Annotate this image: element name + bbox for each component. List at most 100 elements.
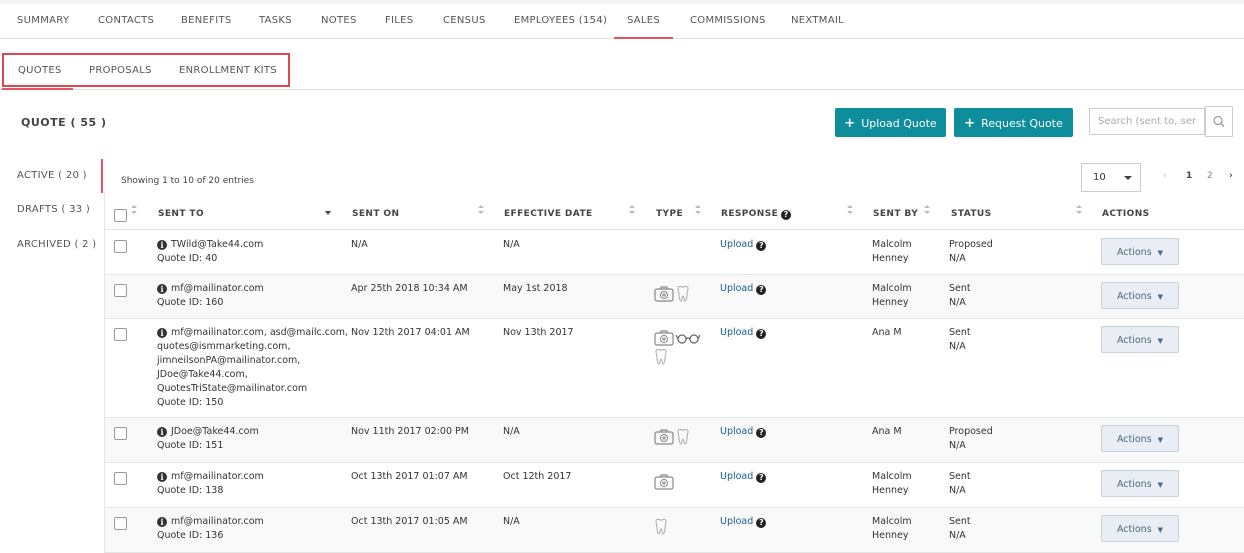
row-checkbox[interactable] xyxy=(114,427,127,440)
col-sent-to[interactable]: SENT TO xyxy=(158,209,204,219)
col-status[interactable]: STATUS xyxy=(951,209,992,219)
actions-button[interactable]: Actions ▼ xyxy=(1101,238,1179,265)
sidebar-item-active[interactable]: ACTIVE ( 20 ) xyxy=(17,170,87,181)
quote-id: Quote ID: 160 xyxy=(157,297,224,308)
page-2-link[interactable]: 2 xyxy=(1207,171,1213,181)
sort-icon[interactable] xyxy=(695,205,701,215)
help-icon[interactable]: ? xyxy=(756,285,767,295)
quote-id: Quote ID: 138 xyxy=(157,485,224,496)
info-icon[interactable]: i xyxy=(157,284,167,294)
search-button[interactable] xyxy=(1205,106,1233,137)
actions-button[interactable]: Actions ▼ xyxy=(1101,470,1179,497)
subtab-enrollment-kits[interactable]: ENROLLMENT KITS xyxy=(179,65,277,76)
row-checkbox[interactable] xyxy=(114,472,127,485)
col-sent-on[interactable]: SENT ON xyxy=(352,209,399,219)
status-text: Proposed xyxy=(949,426,993,437)
help-icon[interactable]: ? xyxy=(756,241,767,251)
sort-icon[interactable] xyxy=(629,205,635,215)
table-row: i mf@mailinator.com Quote ID: 138 Oct 13t… xyxy=(105,463,1244,508)
caret-down-icon: ▼ xyxy=(1157,293,1164,301)
sent-by-cell: Ana M xyxy=(872,425,902,439)
upload-link[interactable]: Upload xyxy=(720,327,753,338)
tab-census[interactable]: CENSUS xyxy=(443,4,486,39)
col-effective-date[interactable]: EFFECTIVE DATE xyxy=(504,209,593,219)
sent-on-cell: Nov 11th 2017 02:00 PM xyxy=(351,426,469,437)
sort-icon[interactable] xyxy=(847,205,853,215)
info-icon[interactable]: i xyxy=(157,427,167,437)
sent-on-cell: Nov 12th 2017 04:01 AM xyxy=(351,327,470,338)
tab-summary[interactable]: SUMMARY xyxy=(17,4,69,39)
select-all-checkbox[interactable] xyxy=(114,209,127,222)
sent-to-line: mf@mailinator.com xyxy=(171,471,264,482)
actions-button[interactable]: Actions ▼ xyxy=(1101,282,1179,309)
upload-link[interactable]: Upload xyxy=(720,471,753,482)
tab-tasks[interactable]: TASKS xyxy=(259,4,292,39)
tab-benefits[interactable]: BENEFITS xyxy=(181,4,232,39)
next-page-icon[interactable]: › xyxy=(1229,171,1233,181)
help-icon[interactable]: ? xyxy=(756,329,767,339)
page-1-link[interactable]: 1 xyxy=(1186,171,1192,181)
sidebar-item-archived[interactable]: ARCHIVED ( 2 ) xyxy=(17,239,97,250)
help-icon[interactable]: ? xyxy=(756,428,767,438)
sort-icon[interactable] xyxy=(924,205,930,215)
sort-icon[interactable] xyxy=(1076,205,1082,215)
tab-commissions[interactable]: COMMISSIONS xyxy=(690,4,766,39)
info-icon[interactable]: i xyxy=(157,517,167,527)
search-input[interactable]: Search (sent to, ser xyxy=(1089,108,1205,135)
actions-button[interactable]: Actions ▼ xyxy=(1101,326,1179,353)
response-cell: Upload? xyxy=(720,238,767,252)
sent-by-line: Malcolm xyxy=(872,239,912,250)
row-checkbox[interactable] xyxy=(114,517,127,530)
actions-label: Actions xyxy=(1116,291,1152,302)
status-text: Sent xyxy=(949,283,971,294)
actions-button[interactable]: Actions ▼ xyxy=(1101,515,1179,542)
response-cell: Upload? xyxy=(720,326,767,340)
sort-icon[interactable] xyxy=(131,205,137,215)
sent-to-line: mf@mailinator.com xyxy=(171,283,264,294)
help-icon[interactable]: ? xyxy=(756,518,767,528)
sent-by-line: Henney xyxy=(872,485,909,496)
sent-to-line: JDoe@Take44.com xyxy=(171,426,259,437)
dental-icon xyxy=(677,428,689,445)
col-response[interactable]: RESPONSE? xyxy=(721,209,792,220)
request-quote-button[interactable]: + Request Quote xyxy=(954,108,1073,137)
row-checkbox[interactable] xyxy=(114,284,127,297)
tab-contacts[interactable]: CONTACTS xyxy=(98,4,154,39)
type-cell xyxy=(653,329,701,367)
upload-link[interactable]: Upload xyxy=(720,516,753,527)
sent-to-line: quotes@ismmarketing.com, xyxy=(157,341,291,352)
col-type[interactable]: TYPE xyxy=(656,209,683,219)
col-sent-by[interactable]: SENT BY xyxy=(873,209,918,219)
info-icon[interactable]: i xyxy=(157,328,167,338)
sort-desc-icon[interactable] xyxy=(325,211,331,215)
sort-icon[interactable] xyxy=(478,205,484,215)
upload-link[interactable]: Upload xyxy=(720,239,753,250)
upload-link[interactable]: Upload xyxy=(720,283,753,294)
upload-link[interactable]: Upload xyxy=(720,426,753,437)
sent-to-line: mf@mailinator.com, asd@mailc.com, xyxy=(171,327,349,338)
tab-nextmail[interactable]: NEXTMAIL xyxy=(791,4,844,39)
prev-page-icon[interactable]: ‹ xyxy=(1163,171,1167,181)
tab-sales[interactable]: SALES xyxy=(614,4,673,39)
help-icon[interactable]: ? xyxy=(756,473,767,483)
page-size-select[interactable]: 10 xyxy=(1081,163,1141,192)
row-checkbox[interactable] xyxy=(114,328,127,341)
medical-icon xyxy=(654,286,674,302)
sent-by-cell: Malcolm Henney xyxy=(872,515,912,543)
actions-button[interactable]: Actions ▼ xyxy=(1101,425,1179,452)
subtab-quotes[interactable]: QUOTES xyxy=(18,65,62,76)
info-icon[interactable]: i xyxy=(157,472,167,482)
upload-quote-button[interactable]: + Upload Quote xyxy=(835,108,946,137)
sent-by-line: Henney xyxy=(872,297,909,308)
tab-files[interactable]: FILES xyxy=(385,4,413,39)
entries-info: Showing 1 to 10 of 20 entries xyxy=(121,176,254,186)
row-checkbox[interactable] xyxy=(114,240,127,253)
col-response-label: RESPONSE xyxy=(721,209,779,219)
tab-notes[interactable]: NOTES xyxy=(321,4,357,39)
sidebar-item-drafts[interactable]: DRAFTS ( 33 ) xyxy=(17,204,90,215)
sent-by-line: Malcolm xyxy=(872,471,912,482)
info-icon[interactable]: i xyxy=(157,240,167,250)
status-sub-text: N/A xyxy=(949,485,966,496)
subtab-proposals[interactable]: PROPOSALS xyxy=(89,65,152,76)
tab-employees[interactable]: EMPLOYEES (154) xyxy=(514,4,607,39)
